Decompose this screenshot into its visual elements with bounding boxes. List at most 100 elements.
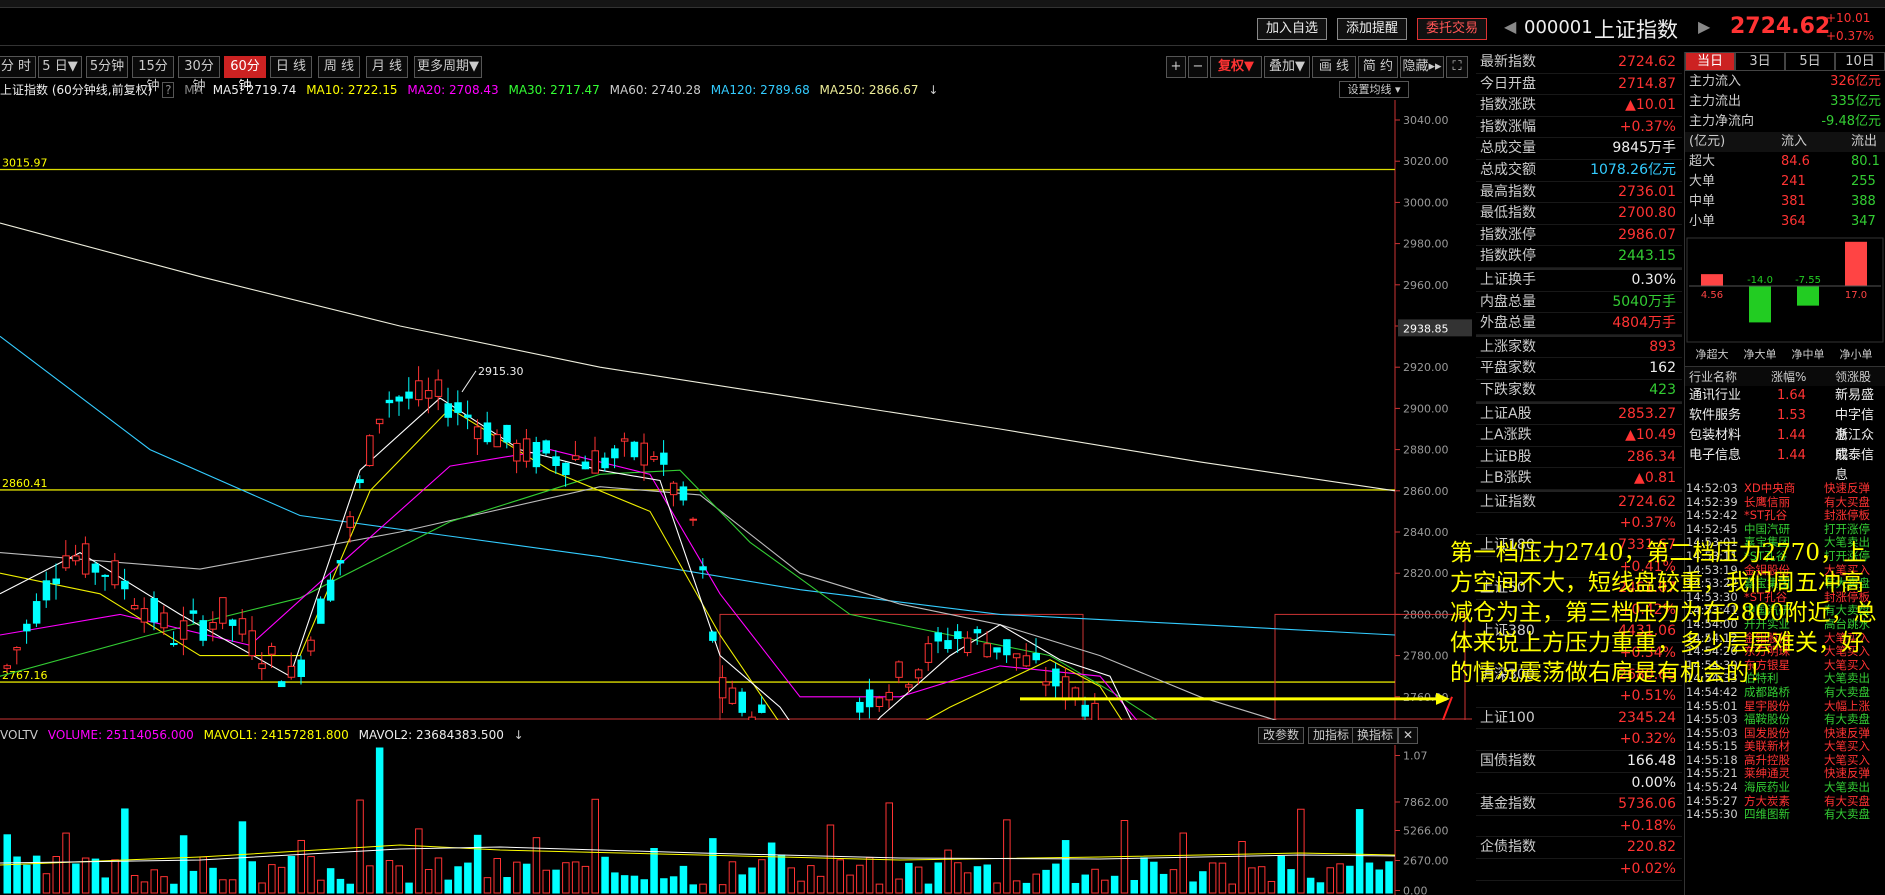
draw-line-button[interactable]: 画 线 bbox=[1312, 56, 1356, 78]
restore-rights-dropdown[interactable]: 复权▼ bbox=[1210, 56, 1262, 78]
tab-15min[interactable]: 15分钟 bbox=[132, 56, 174, 94]
industry-lead-header[interactable]: 领涨股 bbox=[1835, 367, 1871, 387]
tab-3day[interactable]: 3日 bbox=[1735, 52, 1785, 71]
fullscreen-icon[interactable]: ⛶ bbox=[1446, 56, 1468, 78]
candle-body bbox=[121, 580, 129, 590]
alert-row[interactable]: 14:55:03 福鞍股份 有大卖盘 bbox=[1684, 712, 1885, 727]
edit-params-button[interactable]: 改参数 bbox=[1258, 727, 1305, 744]
alert-row[interactable]: 14:55:18 高升控股 大笔买入 bbox=[1684, 753, 1885, 768]
volume-bar bbox=[32, 855, 41, 894]
industry-pct-header[interactable]: 涨幅% bbox=[1771, 367, 1806, 387]
tab-5day-flow[interactable]: 5日 bbox=[1785, 52, 1835, 71]
quote-row: 指数涨跌 ▲10.01 bbox=[1476, 95, 1682, 117]
next-stock-icon[interactable]: ▶ bbox=[1698, 17, 1710, 36]
zoom-out-button[interactable]: − bbox=[1188, 56, 1208, 78]
candle-body bbox=[924, 643, 933, 663]
quote-label: 指数涨跌 bbox=[1480, 97, 1536, 114]
ma5-value: MA5: 2719.74 bbox=[212, 83, 297, 97]
stock-code: 000001 bbox=[1524, 17, 1593, 38]
volume-bar bbox=[503, 877, 511, 894]
ma-legend: 上证指数 (60分钟线,前复权) ? MA MA5: 2719.74 MA10:… bbox=[0, 81, 944, 99]
ma-arrow-icon[interactable]: ↓ bbox=[928, 83, 938, 97]
candle-body bbox=[444, 403, 452, 418]
price-tick-label: 3020.00 bbox=[1403, 155, 1449, 168]
quote-value: 0.30% bbox=[1631, 271, 1676, 288]
alert-row[interactable]: 14:52:03 XD中央商 快速反弹 bbox=[1684, 482, 1885, 496]
flow-label: 主力流入 bbox=[1689, 74, 1742, 89]
help-icon[interactable]: ? bbox=[162, 82, 175, 98]
alert-row[interactable]: 14:55:24 海辰药业 大笔卖出 bbox=[1684, 780, 1885, 795]
volume-bar bbox=[1297, 808, 1305, 894]
tab-week[interactable]: 周 线 bbox=[318, 56, 360, 78]
quote-value: 1078.26亿元 bbox=[1590, 161, 1676, 178]
candle-body bbox=[111, 560, 119, 586]
tab-30min[interactable]: 30分钟 bbox=[178, 56, 220, 94]
volume-bar bbox=[1110, 875, 1119, 894]
candle-body bbox=[81, 543, 90, 575]
tab-60min[interactable]: 60分钟 bbox=[224, 56, 266, 94]
alert-time: 14:52:45 bbox=[1686, 521, 1738, 536]
quote-value: +0.37% bbox=[1619, 118, 1676, 135]
industry-row[interactable]: 电子信息 1.44 熙泰信息 bbox=[1685, 446, 1885, 483]
volume-bar bbox=[1228, 883, 1236, 894]
candle-body bbox=[571, 455, 580, 460]
quote-value: 0.00% bbox=[1631, 774, 1676, 791]
industry-name-header[interactable]: 行业名称 bbox=[1689, 367, 1737, 387]
tab-today[interactable]: 当日 bbox=[1685, 52, 1735, 71]
price-tick-label: 3040.00 bbox=[1403, 114, 1449, 127]
tab-more-periods[interactable]: 更多周期▼ bbox=[414, 56, 482, 78]
add-alert-button[interactable]: 添加提醒 bbox=[1337, 18, 1408, 40]
volume-bar bbox=[130, 874, 139, 894]
quote-value: 2443.15 bbox=[1618, 248, 1676, 265]
simple-mode-button[interactable]: 简 约 bbox=[1358, 56, 1398, 78]
alert-row[interactable]: 14:55:21 莱绅通灵 快速反弹 bbox=[1684, 767, 1885, 781]
add-watchlist-button[interactable]: 加入自选 bbox=[1257, 18, 1328, 40]
overlay-dropdown[interactable]: 叠加▼ bbox=[1264, 56, 1310, 78]
industry-row[interactable]: 软件服务 1.53 中字信息 bbox=[1685, 406, 1885, 443]
candlestick-chart[interactable]: 3040.003020.003000.002980.002960.002940.… bbox=[0, 100, 1472, 720]
quote-label: 上A涨跌 bbox=[1480, 427, 1532, 444]
candle-body bbox=[101, 574, 109, 577]
flow-row: 主力净流向 -9.48亿元 bbox=[1685, 112, 1885, 132]
candle-body bbox=[532, 441, 541, 468]
candle-body bbox=[493, 434, 501, 448]
alert-row[interactable]: 14:55:01 星宇股份 大幅上涨 bbox=[1684, 699, 1885, 714]
volume-chart[interactable]: 1.07 7862.00 5266.00 2670.00 0.00 bbox=[0, 745, 1472, 895]
tab-5min[interactable]: 5分钟 bbox=[86, 56, 128, 78]
quote-label: 最高指数 bbox=[1480, 183, 1536, 200]
tab-day[interactable]: 日 线 bbox=[270, 56, 312, 78]
alert-row[interactable]: 14:52:45 中国汽研 打开涨停 bbox=[1684, 521, 1885, 537]
alert-row[interactable]: 14:55:15 美联新材 大笔买入 bbox=[1684, 740, 1885, 754]
tab-intraday[interactable]: 分 时 bbox=[0, 56, 36, 78]
candle-body bbox=[1022, 655, 1031, 667]
industry-row[interactable]: 包装材料 1.44 浙江众成 bbox=[1685, 426, 1885, 463]
prev-stock-icon[interactable]: ◀ bbox=[1504, 17, 1516, 36]
alert-row[interactable]: 14:52:39 长鹰信丽 有大买盘 bbox=[1684, 495, 1885, 510]
volume-bar bbox=[1003, 819, 1011, 894]
quote-value: 5040万手 bbox=[1612, 293, 1676, 310]
flow-bar-label: 17.0 bbox=[1845, 290, 1867, 301]
candle-body bbox=[699, 566, 707, 571]
candle-body bbox=[650, 456, 658, 460]
tab-5day[interactable]: 5 日▼ bbox=[38, 56, 82, 78]
alert-time: 14:52:42 bbox=[1686, 508, 1738, 523]
vol-arrow-icon[interactable]: ↓ bbox=[514, 728, 524, 742]
ma-settings-button[interactable]: 设置均线 ▾ bbox=[1339, 81, 1409, 98]
volume-bar bbox=[297, 839, 305, 894]
trade-button[interactable]: 委托交易 bbox=[1417, 18, 1488, 40]
industry-row[interactable]: 通讯行业 1.64 新易盛 bbox=[1685, 386, 1885, 406]
close-indicator-icon[interactable]: ✕ bbox=[1398, 727, 1419, 744]
alert-row[interactable]: 14:55:30 四维图新 有大卖盘 bbox=[1684, 808, 1885, 822]
zoom-in-button[interactable]: + bbox=[1166, 56, 1186, 78]
tab-month[interactable]: 月 线 bbox=[366, 56, 408, 78]
hide-panel-button[interactable]: 隐藏▸▸ bbox=[1400, 56, 1444, 78]
alert-row[interactable]: 14:52:42 *ST孔谷 封涨停板 bbox=[1684, 509, 1885, 523]
volume-bar bbox=[630, 875, 639, 894]
change-indicator-button[interactable]: 换指标 bbox=[1352, 727, 1399, 744]
volume-bar bbox=[81, 857, 90, 894]
alert-row[interactable]: 14:55:27 方大炭素 有大买盘 bbox=[1684, 794, 1885, 809]
tab-10day[interactable]: 10日 bbox=[1835, 52, 1885, 71]
alert-row[interactable]: 14:55:03 国发股份 快速反弹 bbox=[1684, 726, 1885, 741]
volume-bar bbox=[758, 859, 766, 894]
add-indicator-button[interactable]: 加指标 bbox=[1308, 727, 1355, 744]
